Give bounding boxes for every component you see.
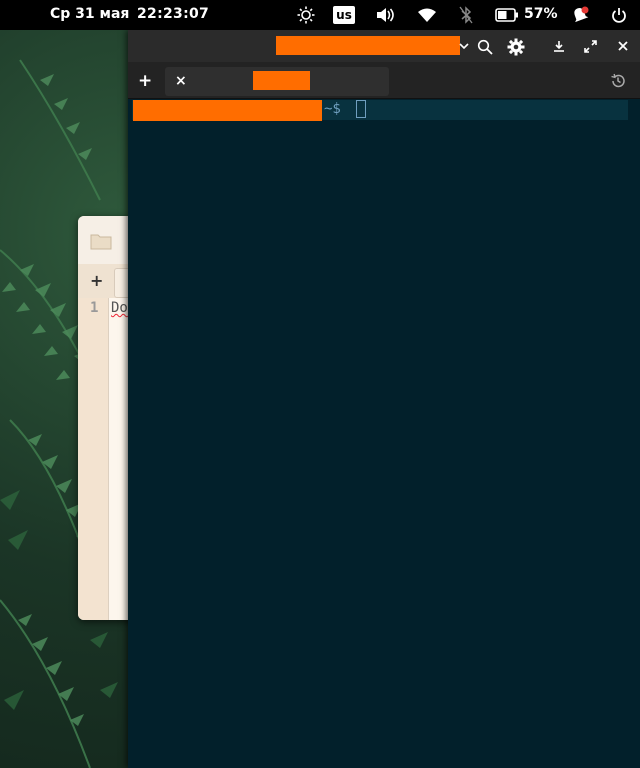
history-icon[interactable] — [609, 72, 627, 90]
maximize-icon[interactable] — [583, 39, 597, 53]
redacted-tab-title — [253, 71, 310, 90]
terminal-window[interactable]: + × ~$ — [128, 30, 640, 768]
bluetooth-off-icon[interactable] — [458, 6, 474, 24]
plus-icon[interactable]: + — [90, 271, 103, 290]
bell-icon[interactable] — [570, 6, 590, 24]
prompt-suffix: ~$ — [324, 101, 341, 117]
line-number: 1 — [90, 300, 99, 316]
line-number-gutter — [78, 298, 108, 620]
power-icon[interactable] — [610, 6, 628, 24]
folder-icon[interactable] — [90, 232, 112, 254]
top-panel: Ср 31 мая 22:23:07 us 57% — [0, 0, 640, 30]
tab-close-icon[interactable]: × — [175, 73, 187, 89]
clock-label[interactable]: 22:23:07 — [137, 6, 209, 22]
date-label[interactable]: Ср 31 мая — [50, 6, 129, 22]
wifi-icon[interactable] — [416, 6, 438, 24]
download-icon[interactable] — [552, 39, 566, 53]
volume-icon[interactable] — [374, 6, 396, 24]
keyboard-layout-indicator[interactable]: us — [333, 6, 355, 24]
chevron-down-icon[interactable] — [458, 38, 470, 54]
redacted-window-title — [276, 36, 460, 55]
terminal-cursor — [356, 100, 366, 118]
redacted-user-host — [133, 100, 322, 121]
battery-percent[interactable]: 57% — [524, 6, 558, 22]
sun-icon[interactable] — [296, 6, 316, 24]
editor-text[interactable]: Do — [111, 300, 128, 316]
close-icon[interactable] — [616, 39, 630, 53]
search-icon[interactable] — [476, 38, 494, 56]
plus-icon[interactable]: + — [138, 71, 152, 91]
gear-icon[interactable] — [506, 37, 526, 57]
battery-icon[interactable] — [494, 6, 520, 24]
